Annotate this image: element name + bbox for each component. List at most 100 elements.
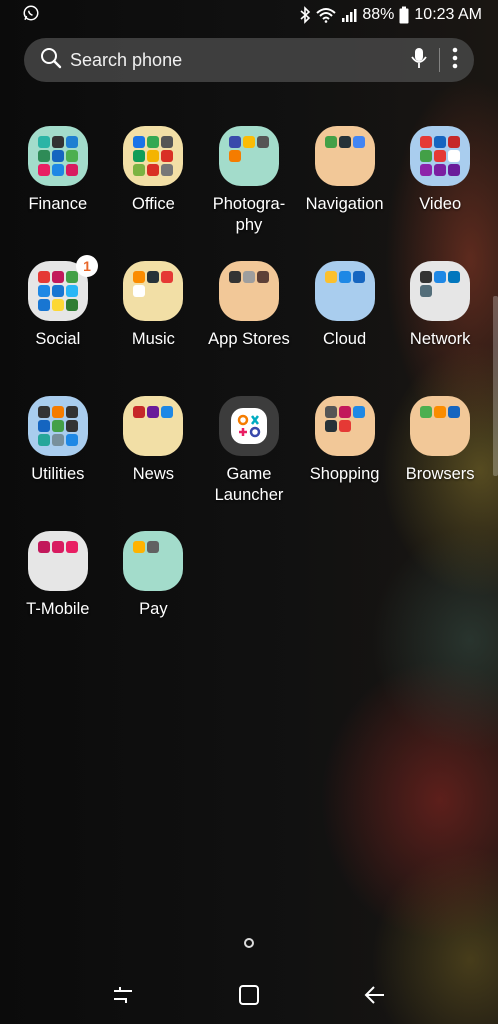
app-t-mobile[interactable]: T-Mobile — [10, 531, 106, 666]
app-grid: Finance Office Photogra- phy Navigation Vide… — [10, 126, 490, 666]
search-input[interactable]: Search phone — [70, 50, 411, 71]
folder-icon — [314, 396, 375, 456]
mini-app-icon — [448, 164, 461, 176]
mini-app-icon — [37, 271, 50, 283]
app-photogra-phy[interactable]: Photogra- phy — [201, 126, 297, 261]
app-navigation[interactable]: Navigation — [297, 126, 393, 261]
mini-app-icon — [133, 164, 146, 176]
back-icon[interactable] — [355, 975, 395, 1015]
folder-icon — [314, 126, 375, 186]
app-office[interactable]: Office — [106, 126, 202, 261]
app-label: Network — [409, 330, 471, 348]
mini-app-icon — [133, 136, 146, 148]
app-video[interactable]: Video — [392, 126, 488, 261]
mini-app-icon — [420, 136, 433, 148]
folder-icon — [410, 126, 471, 186]
mini-app-icon — [133, 150, 146, 162]
mini-app-icon — [228, 136, 241, 148]
folder-icon — [314, 261, 375, 321]
mini-app-icon — [338, 271, 351, 283]
app-label: T-Mobile — [26, 600, 90, 618]
mini-app-icon — [352, 406, 365, 418]
app-label: Office — [131, 195, 175, 213]
app-finance[interactable]: Finance — [10, 126, 106, 261]
game-launcher-icon — [218, 396, 279, 456]
mini-app-icon — [161, 150, 174, 162]
mini-app-icon — [352, 136, 365, 148]
signal-icon — [341, 7, 357, 23]
mini-app-icon — [161, 271, 174, 283]
search-divider — [439, 48, 440, 72]
mini-app-icon — [161, 406, 174, 418]
mini-app-icon — [65, 299, 78, 311]
folder-icon — [218, 261, 279, 321]
app-shopping[interactable]: Shopping — [297, 396, 393, 531]
microphone-icon[interactable] — [411, 47, 427, 74]
app-pay[interactable]: Pay — [106, 531, 202, 666]
folder-icon — [27, 126, 88, 186]
mini-app-icon — [228, 271, 241, 283]
mini-app-icon — [51, 406, 64, 418]
mini-app-icon — [434, 271, 447, 283]
mini-app-icon — [242, 136, 255, 148]
app-browsers[interactable]: Browsers — [392, 396, 488, 531]
battery-icon — [399, 6, 409, 24]
mini-app-icon — [420, 164, 433, 176]
wifi-icon — [316, 7, 337, 23]
mini-app-icon — [448, 150, 461, 162]
mini-app-icon — [51, 541, 64, 553]
mini-app-icon — [51, 420, 64, 432]
home-icon[interactable] — [229, 975, 269, 1015]
app-label: Utilities — [31, 465, 85, 483]
mini-app-icon — [448, 406, 461, 418]
mini-app-icon — [161, 136, 174, 148]
app-cloud[interactable]: Cloud — [297, 261, 393, 396]
mini-app-icon — [65, 420, 78, 432]
folder-icon — [123, 531, 184, 591]
folder-icon — [123, 126, 184, 186]
mini-app-icon — [434, 150, 447, 162]
mini-app-icon — [133, 541, 146, 553]
mini-app-icon — [147, 136, 160, 148]
app-music[interactable]: Music — [106, 261, 202, 396]
app-label: App Stores — [208, 330, 290, 348]
mini-app-icon — [37, 541, 50, 553]
recents-icon[interactable] — [103, 975, 143, 1015]
app-game-launcher[interactable]: Game Launcher — [201, 396, 297, 531]
mini-app-icon — [448, 271, 461, 283]
app-label: Social — [35, 330, 81, 348]
mini-app-icon — [338, 406, 351, 418]
folder-icon — [123, 396, 184, 456]
app-network[interactable]: Network — [392, 261, 488, 396]
mini-app-icon — [338, 136, 351, 148]
mini-app-icon — [147, 150, 160, 162]
mini-app-icon — [147, 406, 160, 418]
mini-app-icon — [324, 420, 337, 432]
mini-app-icon — [228, 150, 241, 162]
app-label: Navigation — [305, 195, 384, 213]
mini-app-icon — [147, 164, 160, 176]
app-label: Video — [419, 195, 462, 213]
mini-app-icon — [37, 150, 50, 162]
app-social[interactable]: 1 Social — [10, 255, 106, 396]
mini-app-icon — [324, 271, 337, 283]
more-options-icon[interactable] — [452, 47, 458, 74]
mini-app-icon — [65, 150, 78, 162]
app-news[interactable]: News — [106, 396, 202, 531]
folder-icon — [27, 396, 88, 456]
search-bar[interactable]: Search phone — [24, 38, 474, 82]
app-utilities[interactable]: Utilities — [10, 396, 106, 531]
mini-app-icon — [420, 285, 433, 297]
mini-app-icon — [161, 164, 174, 176]
mini-app-icon — [147, 271, 160, 283]
app-label: Music — [131, 330, 175, 348]
scroll-handle[interactable] — [493, 296, 498, 476]
mini-app-icon — [51, 299, 64, 311]
app-label: Cloud — [323, 330, 367, 348]
mini-app-icon — [352, 271, 365, 283]
app-label: Browsers — [405, 465, 475, 483]
mini-app-icon — [37, 434, 50, 446]
app-label: Photogra- phy — [212, 195, 286, 234]
app-app-stores[interactable]: App Stores — [201, 261, 297, 396]
folder-icon — [123, 261, 184, 321]
